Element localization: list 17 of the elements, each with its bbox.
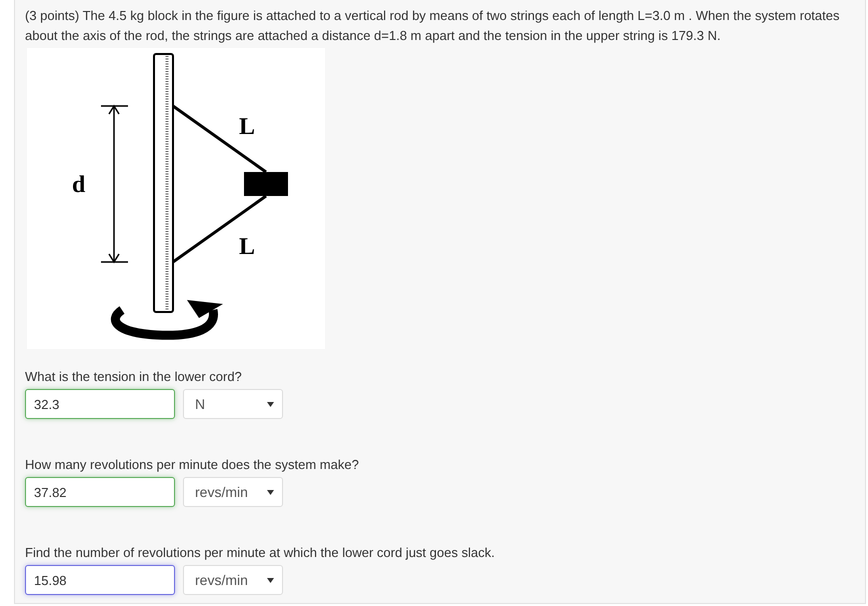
block	[244, 172, 288, 196]
caret-icon	[267, 578, 274, 582]
length-label: L	[239, 234, 256, 260]
answer-field[interactable]: 15.98	[25, 565, 175, 595]
answer-field[interactable]: 37.82	[25, 477, 175, 507]
length-label: L	[239, 114, 256, 140]
unit-dropdown[interactable]: N	[183, 389, 283, 419]
unit-dropdown[interactable]: revs/min	[183, 565, 283, 595]
distance-label: d	[72, 172, 86, 198]
question-text: How many revolutions per minute does the system make?	[25, 456, 360, 474]
problem-text: (3 points) The 4.5 kg block in the figure is attached to a vertical rod by means of two strings each of length L=3.0 m . When the system rotates about the axis of the rod, the strings are attached a distance d=1.8 m apart and the tension in the upper string is 179.3 N.	[25, 7, 840, 45]
caret-icon	[267, 490, 274, 494]
question-text: Find the number of revolutions per minute at which the lower cord just goes slack.	[25, 544, 496, 562]
unit-dropdown[interactable]: revs/min	[183, 477, 283, 507]
answer-field[interactable]: 32.3	[25, 389, 175, 419]
question-text: What is the tension in the lower cord?	[25, 368, 243, 386]
caret-icon	[267, 402, 274, 406]
